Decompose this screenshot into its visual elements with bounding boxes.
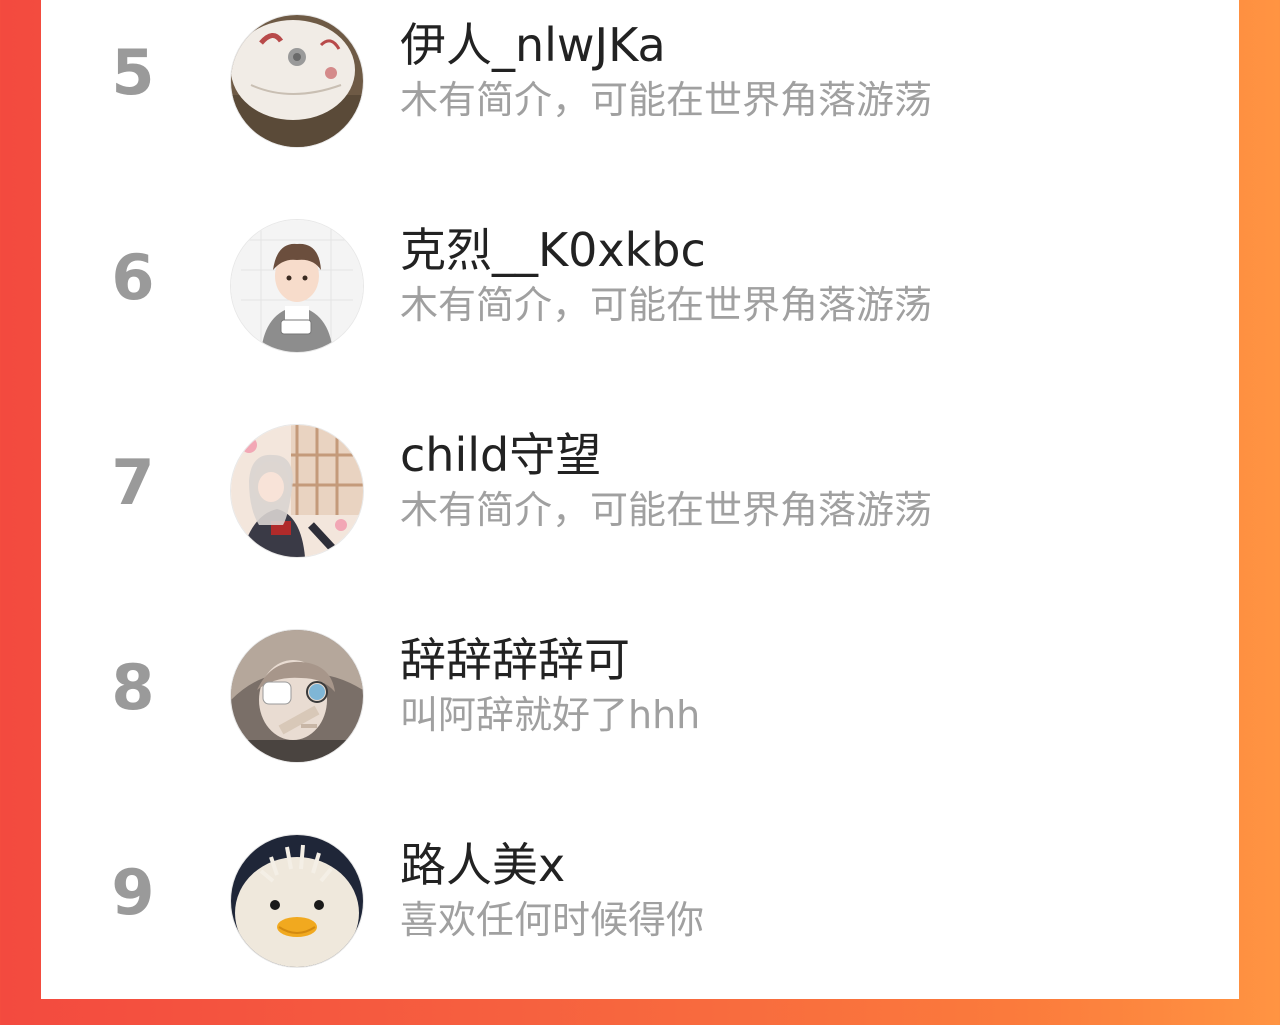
rank-number: 9	[111, 856, 155, 929]
ranking-list-item[interactable]: 9 路人美x 喜欢任何时候得你	[41, 820, 1239, 1025]
user-bio: 木有简介，可能在世界角落游荡	[400, 78, 933, 122]
user-name[interactable]: 辞辞辞辞可	[400, 635, 630, 686]
ranking-list-item[interactable]: 7 child守望 木有简介，可能在世界角落游荡	[41, 410, 1239, 615]
anime-girl-avatar-image	[231, 425, 363, 557]
anime-boy-avatar-image	[231, 220, 363, 352]
user-avatar[interactable]	[230, 424, 364, 558]
rank-number: 7	[111, 446, 155, 519]
user-name[interactable]: 路人美x	[400, 840, 565, 891]
rank-number: 5	[111, 36, 155, 109]
user-bio: 叫阿辞就好了hhh	[400, 693, 701, 737]
ranking-list-panel: 5 伊人_nlwJKa 木有简介，可能在世界角落游荡 6 克烈__K0xkbc …	[41, 0, 1239, 999]
rank-number: 8	[111, 651, 155, 724]
anime-character-avatar-image	[231, 630, 363, 762]
ranking-list-item[interactable]: 6 克烈__K0xkbc 木有简介，可能在世界角落游荡	[41, 205, 1239, 410]
ranking-list-item[interactable]: 8 辞辞辞辞可 叫阿辞就好了hhh	[41, 615, 1239, 820]
user-avatar[interactable]	[230, 834, 364, 968]
user-name[interactable]: child守望	[400, 430, 601, 481]
user-avatar[interactable]	[230, 629, 364, 763]
ranking-list-item[interactable]: 5 伊人_nlwJKa 木有简介，可能在世界角落游荡	[41, 0, 1239, 205]
user-bio: 木有简介，可能在世界角落游荡	[400, 488, 933, 532]
user-bio: 木有简介，可能在世界角落游荡	[400, 283, 933, 327]
user-name[interactable]: 伊人_nlwJKa	[400, 20, 666, 71]
user-avatar[interactable]	[230, 14, 364, 148]
disc-avatar-image	[231, 15, 363, 147]
user-bio: 喜欢任何时候得你	[400, 898, 705, 942]
user-name[interactable]: 克烈__K0xkbc	[400, 225, 706, 276]
duck-plush-avatar-image	[231, 835, 363, 967]
rank-number: 6	[111, 241, 155, 314]
user-avatar[interactable]	[230, 219, 364, 353]
